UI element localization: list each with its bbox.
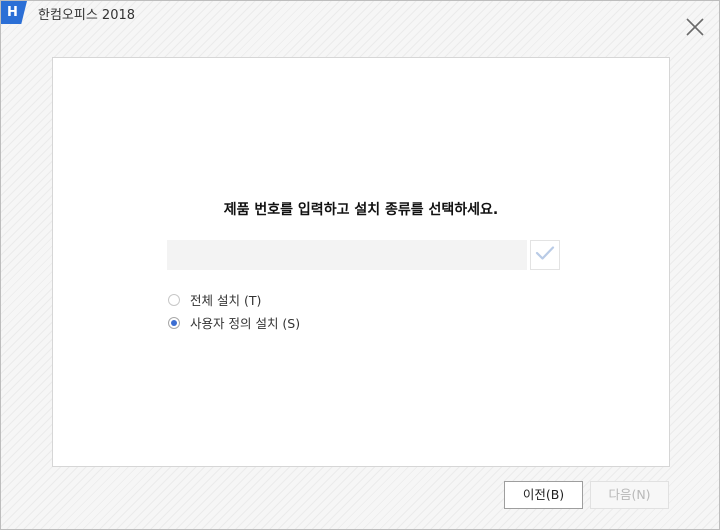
full-install-option[interactable]: 전체 설치 (T) (168, 290, 261, 309)
hancom-logo: H (1, 1, 27, 24)
custom-install-option[interactable]: 사용자 정의 설치 (S) (168, 313, 300, 332)
previous-button[interactable]: 이전(B) (504, 481, 583, 509)
installer-window: H 한컴오피스 2018 제품 번호를 입력하고 설치 종류를 선택하세요. 전… (0, 0, 720, 530)
window-title: 한컴오피스 2018 (38, 8, 136, 23)
custom-install-label: 사용자 정의 설치 (S) (190, 316, 301, 331)
next-button[interactable]: 다음(N) (590, 481, 669, 509)
product-key-input[interactable] (167, 240, 527, 270)
verify-button[interactable] (530, 240, 560, 270)
close-icon[interactable] (684, 16, 706, 38)
full-install-radio[interactable] (168, 293, 180, 306)
full-install-label: 전체 설치 (T) (190, 293, 262, 308)
instruction-heading: 제품 번호를 입력하고 설치 종류를 선택하세요. (223, 202, 499, 218)
setup-panel: 제품 번호를 입력하고 설치 종류를 선택하세요. 전체 설치 (T) 사용자 … (52, 57, 670, 467)
checkmark-icon (535, 245, 555, 265)
custom-install-radio[interactable] (168, 316, 180, 329)
